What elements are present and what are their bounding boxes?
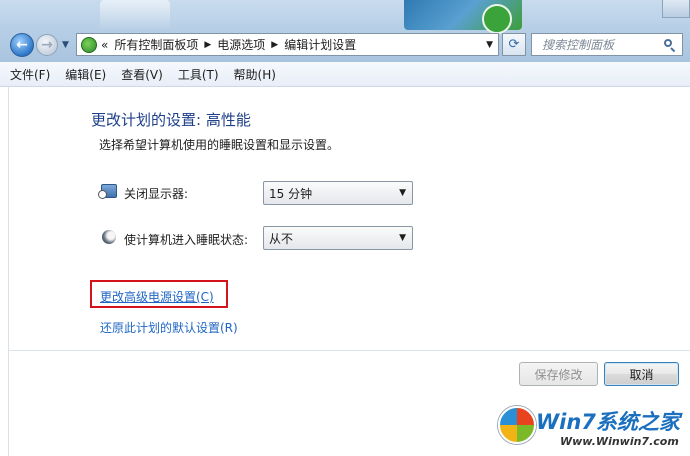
chevron-down-icon: ▼ <box>399 188 406 198</box>
sleep-select[interactable]: 从不 ▼ <box>263 226 413 250</box>
control-panel-icon <box>81 36 97 53</box>
footer-divider <box>8 350 690 351</box>
watermark: Win7系统之家 Www.Winwin7.com <box>494 396 690 456</box>
breadcrumb-separator-icon[interactable]: ▶ <box>204 40 211 50</box>
watermark-title: Win7系统之家 <box>536 410 680 434</box>
menu-file[interactable]: 文件(F) <box>10 66 50 83</box>
search-input[interactable] <box>540 36 664 53</box>
chevron-down-icon: ▼ <box>399 233 406 243</box>
address-dropdown-icon[interactable]: ▼ <box>486 40 493 50</box>
restore-defaults-link[interactable]: 还原此计划的默认设置(R) <box>100 319 238 336</box>
refresh-icon: ⟳ <box>508 37 520 52</box>
sleep-value: 从不 <box>269 231 294 246</box>
monitor-clock-icon <box>98 184 117 199</box>
menu-tools[interactable]: 工具(T) <box>178 66 219 83</box>
search-box[interactable] <box>531 33 683 56</box>
breadcrumb-all-control-panel-items[interactable]: 所有控制面板项 <box>114 36 198 53</box>
turn-off-display-select[interactable]: 15 分钟 ▼ <box>263 181 413 205</box>
menu-bar: 文件(F) 编辑(E) 查看(V) 工具(T) 帮助(H) <box>0 62 690 87</box>
watermark-url: Www.Winwin7.com <box>560 435 679 448</box>
menu-view[interactable]: 查看(V) <box>121 66 163 83</box>
address-bar[interactable]: « 所有控制面板项 ▶ 电源选项 ▶ 编辑计划设置 ▼ <box>76 33 499 56</box>
breadcrumb-separator-icon[interactable]: ▶ <box>271 40 278 50</box>
refresh-button[interactable]: ⟳ <box>502 33 526 56</box>
search-icon[interactable] <box>664 38 676 51</box>
menu-edit[interactable]: 编辑(E) <box>65 66 106 83</box>
turn-off-display-value: 15 分钟 <box>269 186 313 201</box>
turn-off-display-label: 关闭显示器: <box>124 187 189 201</box>
recent-pages-dropdown-icon[interactable]: ▼ <box>62 40 69 50</box>
menu-help[interactable]: 帮助(H) <box>234 66 276 83</box>
forward-arrow-icon: → <box>41 37 53 53</box>
taskbar-glass-highlight <box>100 0 170 30</box>
page-subtitle: 选择希望计算机使用的睡眠设置和显示设置。 <box>99 138 340 152</box>
back-button[interactable]: ← <box>10 33 34 57</box>
sleep-moon-icon <box>102 230 116 244</box>
window-title-bar: ← → ▼ « 所有控制面板项 ▶ 电源选项 ▶ 编辑计划设置 ▼ ⟳ <box>0 0 690 62</box>
breadcrumb-power-options[interactable]: 电源选项 <box>217 36 265 53</box>
page-title: 更改计划的设置: 高性能 <box>91 111 251 129</box>
address-overflow-chevron[interactable]: « <box>101 38 108 52</box>
forward-button[interactable]: → <box>36 34 58 56</box>
advanced-power-settings-link[interactable]: 更改高级电源设置(C) <box>100 288 214 305</box>
save-changes-button[interactable]: 保存修改 <box>519 362 598 386</box>
back-arrow-icon: ← <box>16 37 28 53</box>
background-window-badge-icon <box>482 4 512 34</box>
minimize-button[interactable] <box>662 0 690 18</box>
breadcrumb-edit-plan-settings[interactable]: 编辑计划设置 <box>284 36 356 53</box>
windows-logo-icon <box>498 406 536 444</box>
sleep-label: 使计算机进入睡眠状态: <box>124 233 249 247</box>
cancel-button[interactable]: 取消 <box>604 362 679 386</box>
